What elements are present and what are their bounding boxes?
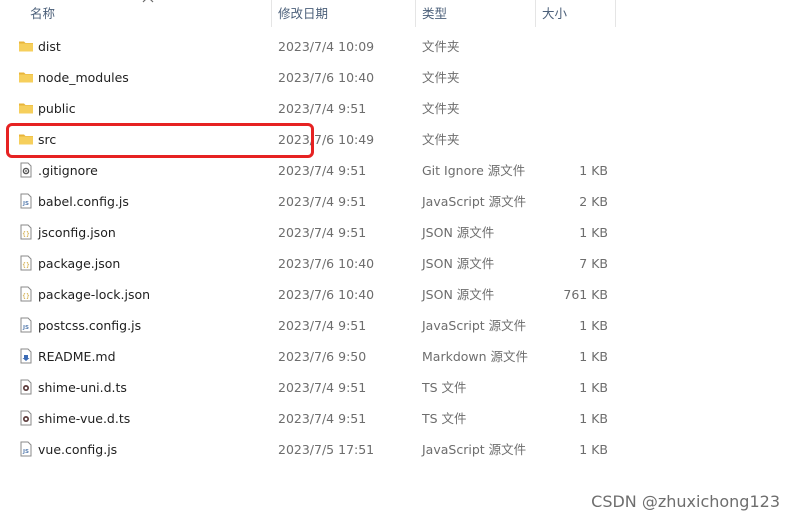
file-modified-date: 2023/7/4 10:09 bbox=[278, 39, 375, 54]
file-row[interactable]: shime-vue.d.ts 2023/7/4 9:51 TS 文件 1 KB bbox=[0, 403, 795, 434]
file-row[interactable]: {} package-lock.json 2023/7/6 10:40 JSON 源文… bbox=[0, 279, 795, 310]
file-modified-date: 2023/7/4 9:51 bbox=[278, 411, 367, 426]
file-size bbox=[540, 62, 608, 93]
file-size: 1 KB bbox=[579, 225, 608, 240]
file-type: JavaScript 源文件 bbox=[422, 318, 527, 333]
highlight-box bbox=[6, 123, 314, 158]
file-row[interactable]: {} jsconfig.json 2023/7/4 9:51 JSON 源文件 1 KB bbox=[0, 217, 795, 248]
file-name: node_modules bbox=[38, 70, 129, 85]
column-header-type[interactable]: 类型 bbox=[416, 0, 534, 27]
column-divider[interactable] bbox=[615, 0, 616, 27]
file-modified-date: 2023/7/6 10:40 bbox=[278, 287, 375, 302]
file-type: Markdown 源文件 bbox=[422, 349, 529, 364]
js-file-icon: JS bbox=[18, 317, 34, 333]
file-type: Git Ignore 源文件 bbox=[422, 163, 526, 178]
file-type: JavaScript 源文件 bbox=[422, 442, 527, 457]
file-size bbox=[540, 31, 608, 62]
ts-file-icon bbox=[18, 410, 34, 426]
file-row[interactable]: shime-uni.d.ts 2023/7/4 9:51 TS 文件 1 KB bbox=[0, 372, 795, 403]
svg-text:{}: {} bbox=[22, 231, 30, 238]
file-name: package.json bbox=[38, 256, 121, 271]
file-size: 1 KB bbox=[579, 318, 608, 333]
file-name: dist bbox=[38, 39, 61, 54]
svg-text:{}: {} bbox=[22, 262, 30, 269]
file-row[interactable]: dist 2023/7/4 10:09 文件夹 bbox=[0, 31, 795, 62]
file-row[interactable]: JS vue.config.js 2023/7/5 17:51 JavaScript … bbox=[0, 434, 795, 465]
file-size: 7 KB bbox=[579, 256, 608, 271]
file-name: README.md bbox=[38, 349, 116, 364]
file-modified-date: 2023/7/4 9:51 bbox=[278, 101, 367, 116]
file-size: 2 KB bbox=[579, 194, 608, 209]
file-size: 761 KB bbox=[563, 287, 608, 302]
file-name: postcss.config.js bbox=[38, 318, 142, 333]
file-type: 文件夹 bbox=[422, 70, 460, 85]
file-modified-date: 2023/7/4 9:51 bbox=[278, 225, 367, 240]
file-size: 1 KB bbox=[579, 442, 608, 457]
file-modified-date: 2023/7/5 17:51 bbox=[278, 442, 375, 457]
file-row[interactable]: JS postcss.config.js 2023/7/4 9:51 JavaScri… bbox=[0, 310, 795, 341]
file-type: JSON 源文件 bbox=[422, 225, 495, 240]
folder-icon bbox=[18, 100, 34, 116]
file-name: package-lock.json bbox=[38, 287, 151, 302]
svg-text:{}: {} bbox=[22, 293, 30, 300]
file-row[interactable]: node_modules 2023/7/6 10:40 文件夹 bbox=[0, 62, 795, 93]
file-size: 1 KB bbox=[579, 380, 608, 395]
file-list: dist 2023/7/4 10:09 文件夹 node_modules 2023/7/… bbox=[0, 31, 795, 465]
file-name: babel.config.js bbox=[38, 194, 129, 209]
json-file-icon: {} bbox=[18, 255, 34, 271]
file-type: JSON 源文件 bbox=[422, 287, 495, 302]
file-modified-date: 2023/7/6 9:50 bbox=[278, 349, 367, 364]
gear-file-icon bbox=[18, 162, 34, 178]
file-row[interactable]: JS babel.config.js 2023/7/4 9:51 JavaScript… bbox=[0, 186, 795, 217]
file-row[interactable]: {} package.json 2023/7/6 10:40 JSON 源文件 7 KB bbox=[0, 248, 795, 279]
markdown-file-icon bbox=[18, 348, 34, 364]
json-file-icon: {} bbox=[18, 286, 34, 302]
file-name: shime-vue.d.ts bbox=[38, 411, 131, 426]
folder-icon bbox=[18, 69, 34, 85]
watermark: CSDN @zhuxichong123 bbox=[591, 492, 780, 511]
column-header-date[interactable]: 修改日期 bbox=[272, 0, 414, 27]
file-type: 文件夹 bbox=[422, 39, 460, 54]
ts-file-icon bbox=[18, 379, 34, 395]
file-size bbox=[540, 124, 608, 155]
file-size: 1 KB bbox=[579, 163, 608, 178]
file-name: jsconfig.json bbox=[38, 225, 116, 240]
file-type: 文件夹 bbox=[422, 101, 460, 116]
svg-text:JS: JS bbox=[22, 325, 29, 331]
file-modified-date: 2023/7/4 9:51 bbox=[278, 163, 367, 178]
column-header-name[interactable]: 名称 bbox=[24, 0, 270, 27]
file-modified-date: 2023/7/4 9:51 bbox=[278, 194, 367, 209]
js-file-icon: JS bbox=[18, 193, 34, 209]
column-header-bar: 名称 修改日期 类型 大小 bbox=[0, 0, 795, 27]
file-modified-date: 2023/7/6 10:40 bbox=[278, 70, 375, 85]
file-row[interactable]: .gitignore 2023/7/4 9:51 Git Ignore 源文件 1 K… bbox=[0, 155, 795, 186]
file-type: TS 文件 bbox=[422, 380, 467, 395]
file-name: public bbox=[38, 101, 76, 116]
file-row[interactable]: public 2023/7/4 9:51 文件夹 bbox=[0, 93, 795, 124]
folder-icon bbox=[18, 38, 34, 54]
file-type: JSON 源文件 bbox=[422, 256, 495, 271]
file-name: shime-uni.d.ts bbox=[38, 380, 127, 395]
file-size: 1 KB bbox=[579, 411, 608, 426]
file-modified-date: 2023/7/6 10:40 bbox=[278, 256, 375, 271]
file-type: JavaScript 源文件 bbox=[422, 194, 527, 209]
file-type: TS 文件 bbox=[422, 411, 467, 426]
file-size bbox=[540, 93, 608, 124]
svg-text:JS: JS bbox=[22, 201, 29, 207]
svg-text:JS: JS bbox=[22, 449, 29, 455]
file-size: 1 KB bbox=[579, 349, 608, 364]
file-type: 文件夹 bbox=[422, 132, 460, 147]
file-name: .gitignore bbox=[38, 163, 98, 178]
json-file-icon: {} bbox=[18, 224, 34, 240]
file-modified-date: 2023/7/4 9:51 bbox=[278, 380, 367, 395]
file-row[interactable]: README.md 2023/7/6 9:50 Markdown 源文件 1 KB bbox=[0, 341, 795, 372]
column-header-size[interactable]: 大小 bbox=[536, 0, 614, 27]
file-name: vue.config.js bbox=[38, 442, 118, 457]
file-modified-date: 2023/7/4 9:51 bbox=[278, 318, 367, 333]
js-file-icon: JS bbox=[18, 441, 34, 457]
